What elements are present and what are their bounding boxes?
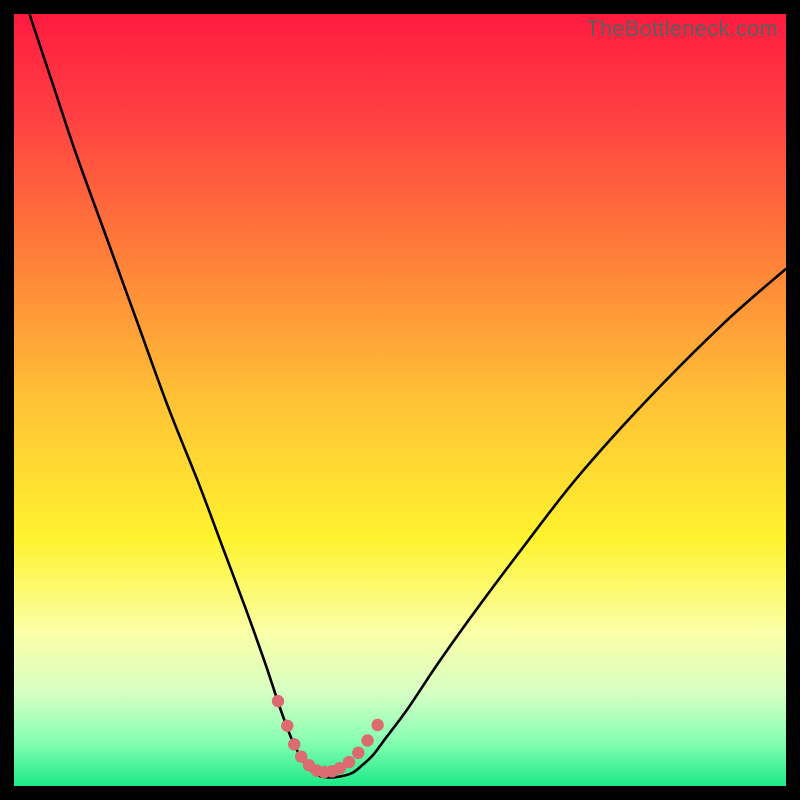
plot-area (14, 14, 786, 786)
highlight-point (343, 756, 355, 768)
highlight-point (272, 695, 284, 707)
gradient-background (14, 14, 786, 786)
chart-frame: TheBottleneck.com (0, 0, 800, 800)
highlight-point (371, 719, 383, 731)
highlight-point (352, 747, 364, 759)
bottleneck-chart (14, 14, 786, 786)
highlight-point (361, 734, 373, 746)
highlight-point (281, 720, 293, 732)
highlight-point (288, 738, 300, 750)
watermark-text: TheBottleneck.com (586, 16, 778, 42)
